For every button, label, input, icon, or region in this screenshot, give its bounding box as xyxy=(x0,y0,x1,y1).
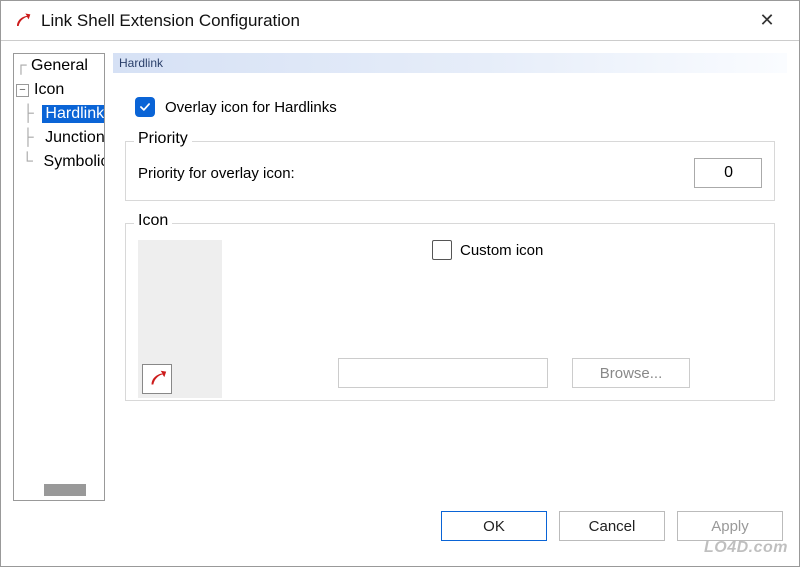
priority-input[interactable] xyxy=(694,158,762,188)
tree-item-hardlink[interactable]: ├ Hardlink xyxy=(14,102,104,126)
browse-button[interactable]: Browse... xyxy=(572,358,690,388)
custom-icon-row[interactable]: Custom icon xyxy=(432,240,543,260)
dialog-footer: OK Cancel Apply xyxy=(1,501,799,551)
tree-line-icon: └ xyxy=(14,153,41,171)
icon-group: Icon Custom icon Browse... xyxy=(125,223,775,401)
tree-line-icon: ┌ xyxy=(14,57,28,75)
ok-button[interactable]: OK xyxy=(441,511,547,541)
custom-icon-label: Custom icon xyxy=(460,242,543,259)
tree-item-junction[interactable]: ├ Junction xyxy=(14,126,104,150)
close-icon[interactable]: ✕ xyxy=(747,10,787,31)
custom-icon-checkbox[interactable] xyxy=(432,240,452,260)
tree-collapse-icon[interactable]: − xyxy=(16,84,29,97)
app-icon xyxy=(11,10,33,32)
tree-item-general[interactable]: ┌ General xyxy=(14,54,104,78)
tab-strip: Hardlink xyxy=(113,53,787,73)
priority-legend: Priority xyxy=(134,130,192,148)
nav-tree[interactable]: ┌ General − Icon ├ Hardlink ├ Junction └… xyxy=(13,53,105,501)
overlay-sample-icon xyxy=(142,364,172,394)
tree-line-icon: ├ xyxy=(14,129,42,147)
titlebar: Link Shell Extension Configuration ✕ xyxy=(1,1,799,41)
settings-panel: Overlay icon for Hardlinks Priority Prio… xyxy=(113,73,787,435)
window-title: Link Shell Extension Configuration xyxy=(41,11,747,31)
tree-line-icon: ├ xyxy=(14,105,42,123)
main-panel: Hardlink Overlay icon for Hardlinks Prio… xyxy=(113,53,787,501)
horizontal-scrollbar[interactable] xyxy=(44,484,86,496)
overlay-checkbox-label: Overlay icon for Hardlinks xyxy=(165,99,337,116)
icon-preview xyxy=(138,240,222,398)
cancel-button[interactable]: Cancel xyxy=(559,511,665,541)
priority-group: Priority Priority for overlay icon: xyxy=(125,141,775,201)
priority-label: Priority for overlay icon: xyxy=(138,165,295,182)
overlay-checkbox[interactable] xyxy=(135,97,155,117)
tree-item-icon[interactable]: − Icon xyxy=(14,78,104,102)
tree-item-symbolic[interactable]: └ Symbolic xyxy=(14,150,104,174)
watermark: LO4D.com xyxy=(704,539,788,557)
icon-legend: Icon xyxy=(134,212,172,230)
icon-path-input[interactable] xyxy=(338,358,548,388)
tab-hardlink[interactable]: Hardlink xyxy=(119,56,163,70)
content-area: ┌ General − Icon ├ Hardlink ├ Junction └… xyxy=(1,41,799,501)
overlay-checkbox-row[interactable]: Overlay icon for Hardlinks xyxy=(125,97,775,117)
apply-button[interactable]: Apply xyxy=(677,511,783,541)
